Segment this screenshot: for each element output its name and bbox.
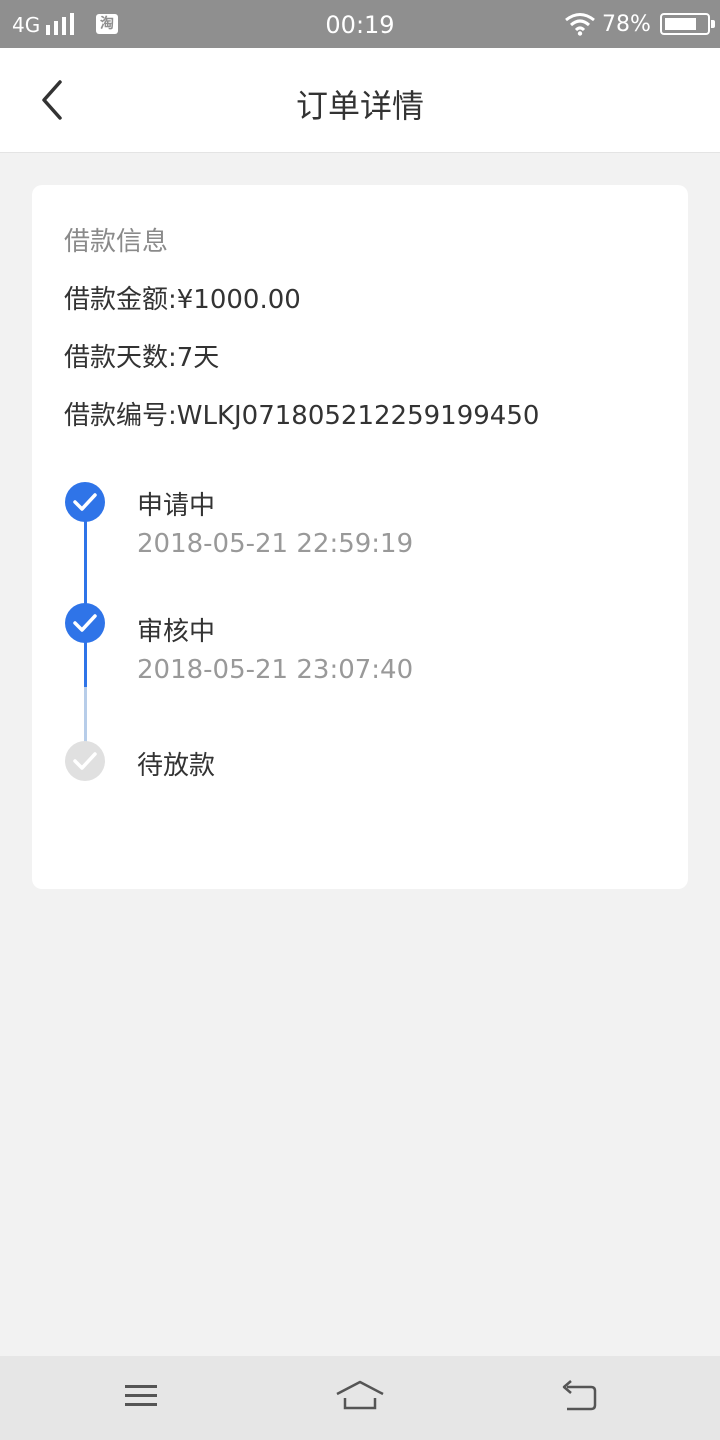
menu-icon[interactable] — [116, 1378, 166, 1414]
order-detail-card: 借款信息 借款金额:¥1000.00 借款天数:7天 借款编号:WLKJ0718… — [32, 185, 688, 889]
step-check-icon — [65, 482, 105, 522]
battery-level — [665, 18, 696, 30]
loan-amount-value: ¥1000.00 — [176, 285, 301, 315]
page-title: 订单详情 — [295, 87, 424, 125]
step-check-pending-icon — [65, 741, 105, 781]
battery-icon — [660, 13, 715, 35]
step-check-icon — [65, 603, 105, 643]
loan-info-heading: 借款信息 — [64, 227, 169, 257]
step-time: 2018-05-21 22:59:19 — [137, 529, 414, 559]
loan-days-row: 借款天数:7天 — [64, 337, 219, 374]
step-name: 待放款 — [137, 751, 216, 781]
home-icon[interactable] — [335, 1378, 385, 1414]
system-nav-bar — [0, 1356, 720, 1440]
nav-bar: 订单详情 — [0, 48, 720, 153]
loan-number-value: WLKJ071805212259199450 — [176, 401, 540, 431]
return-icon[interactable] — [555, 1378, 605, 1414]
wifi-icon — [565, 13, 595, 36]
loan-number-row: 借款编号:WLKJ071805212259199450 — [64, 395, 539, 432]
timeline-connector-pending — [84, 687, 87, 743]
loan-amount-label: 借款金额: — [64, 285, 177, 315]
screen: 4G 淘 00:19 78% 订单详情 借款信息 借款金额:¥1000.00 借… — [0, 0, 720, 1440]
step-name: 申请中 — [137, 491, 216, 521]
step-name: 审核中 — [137, 617, 216, 647]
loan-days-label: 借款天数: — [64, 343, 177, 373]
battery-nub — [711, 20, 715, 28]
loan-number-label: 借款编号: — [64, 401, 177, 431]
battery-percent: 78% — [602, 12, 651, 37]
loan-amount-row: 借款金额:¥1000.00 — [64, 279, 301, 316]
loan-days-value: 7天 — [176, 343, 220, 373]
status-bar: 4G 淘 00:19 78% — [0, 0, 720, 48]
step-time: 2018-05-21 23:07:40 — [137, 655, 414, 685]
